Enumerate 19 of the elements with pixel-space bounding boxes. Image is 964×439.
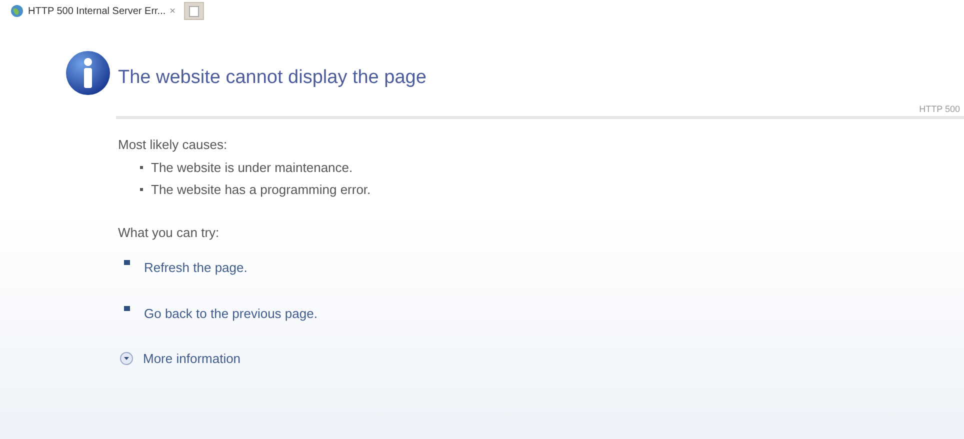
cause-text: The website has a programming error. [151,180,371,199]
page-heading: The website cannot display the page [118,67,426,88]
causes-heading: Most likely causes: [118,136,228,154]
bullet-icon [124,306,130,310]
bullet-icon [140,166,143,169]
expand-icon[interactable] [120,352,133,366]
cause-text: The website is under maintenance. [151,158,353,176]
bullet-icon [124,260,130,265]
more-information-link[interactable]: More information [143,349,241,368]
globe-icon [10,4,24,18]
browser-tab[interactable]: HTTP 500 Internal Server Err... × [10,1,180,21]
action-link[interactable]: Refresh the page. [144,258,248,278]
try-heading: What you can try: [118,224,220,242]
bullet-icon [140,188,143,191]
close-tab-button[interactable]: × [170,4,176,18]
action-link[interactable]: Go back to the previous page. [144,304,318,323]
tab-title: HTTP 500 Internal Server Err... [28,4,166,18]
info-icon [65,50,111,96]
error-code: HTTP 500 [919,102,960,116]
